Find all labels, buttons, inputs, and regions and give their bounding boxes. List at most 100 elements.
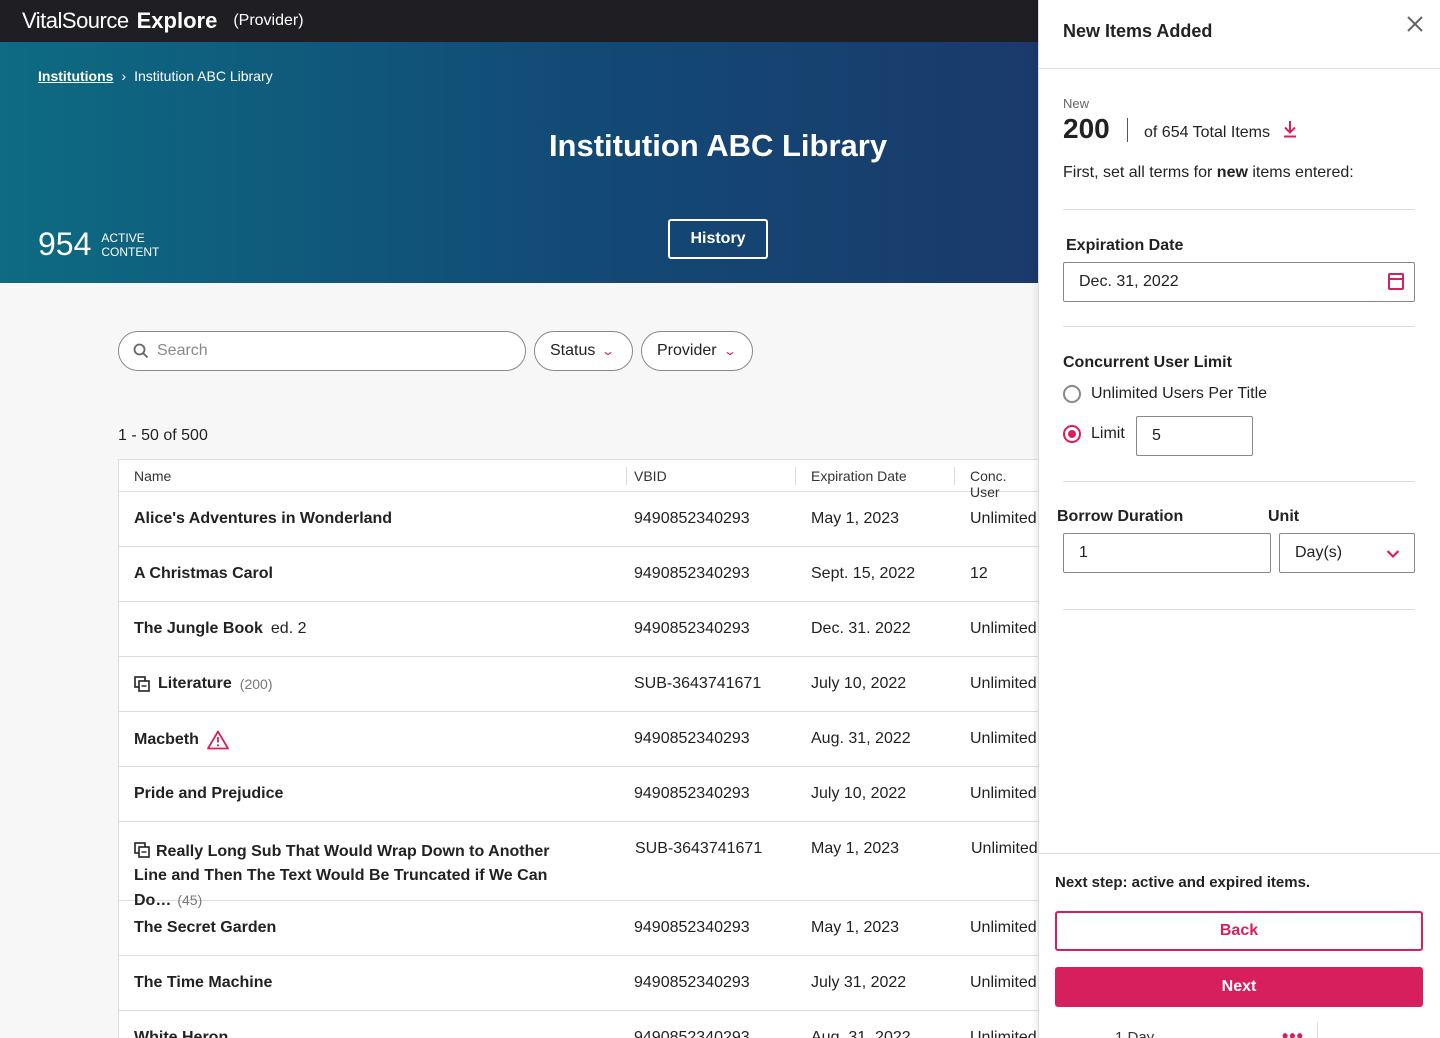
stat-label-line-1: ACTIVE [101, 230, 145, 245]
row-vbid: 9490852340293 [634, 565, 750, 582]
table-row[interactable]: The Secret Garden 9490852340293 May 1, 2… [119, 901, 1040, 956]
row-title-group[interactable]: Macbeth [134, 730, 229, 750]
row-title[interactable]: Macbeth [134, 731, 199, 749]
row-title[interactable]: Alice's Adventures in Wonderland [134, 510, 392, 528]
table-row[interactable]: Literature (200) SUB-3643741671 July 10,… [119, 657, 1040, 712]
row-expiration: May 1, 2023 [811, 840, 900, 857]
table-row[interactable]: The Time Machine 9490852340293 July 31, … [119, 956, 1040, 1011]
search-icon [133, 343, 149, 359]
borrow-duration-input[interactable]: 1 [1063, 533, 1271, 573]
table-row[interactable]: Alice's Adventures in Wonderland 9490852… [119, 492, 1040, 547]
radio-unselected[interactable] [1063, 385, 1081, 403]
row-vbid: 9490852340293 [634, 785, 750, 802]
row-conc-user: Unlimited [970, 919, 1037, 936]
row-title[interactable]: A Christmas Carol [134, 565, 273, 583]
breadcrumb: Institutions › Institution ABC Library [38, 68, 273, 84]
row-expiration: May 1, 2023 [811, 919, 900, 936]
intro-prefix: First, set all terms for [1063, 164, 1217, 181]
column-divider [795, 467, 796, 485]
unit-value: Day(s) [1295, 544, 1343, 561]
active-content-label: ACTIVE CONTENT [101, 231, 159, 259]
table-row[interactable]: A Christmas Carol 9490852340293 Sept. 15… [119, 547, 1040, 602]
panel-title: New Items Added [1063, 21, 1213, 41]
close-icon[interactable] [1406, 15, 1424, 33]
next-button[interactable]: Next [1055, 967, 1423, 1007]
row-title-group[interactable]: The Jungle Book ed. 2 [134, 620, 307, 638]
row-title[interactable]: Literature [158, 675, 232, 693]
download-icon[interactable] [1283, 120, 1297, 138]
intro-bold: new [1216, 164, 1248, 181]
column-header-expiration[interactable]: Expiration Date [811, 468, 907, 484]
row-title[interactable]: The Time Machine [134, 974, 272, 992]
chevron-down-icon [1386, 550, 1400, 559]
chevron-right-icon: › [121, 68, 127, 84]
row-expiration: Aug. 31, 2022 [811, 1029, 911, 1038]
warning-icon [207, 730, 229, 750]
row-expiration: Dec. 31. 2022 [811, 620, 911, 637]
calendar-icon[interactable] [1388, 273, 1404, 290]
row-vbid: 9490852340293 [634, 1029, 750, 1038]
divider [1063, 209, 1415, 210]
row-title[interactable]: The Jungle Book [134, 620, 263, 638]
column-divider [954, 467, 955, 485]
row-expiration: July 10, 2022 [811, 785, 907, 802]
table-row[interactable]: White Heron 9490852340293 Aug. 31, 2022 … [119, 1011, 1040, 1038]
row-item-count: (200) [239, 676, 273, 692]
row-conc-user: Unlimited [970, 974, 1037, 991]
row-conc-user: Unlimited [970, 620, 1037, 637]
hero-banner: Institutions › Institution ABC Library I… [0, 42, 1040, 283]
row-vbid: SUB-3643741671 [634, 675, 762, 692]
divider [1063, 609, 1415, 610]
content-table: Name VBID Expiration Date Conc. User Ali… [118, 459, 1040, 1038]
row-vbid: SUB-3643741671 [635, 840, 763, 857]
status-filter-dropdown[interactable]: Status ⌄ [534, 331, 633, 371]
new-items-panel: New Items Added New 200 of 654 Total Ite… [1038, 0, 1440, 1038]
table-row[interactable]: Pride and Prejudice 9490852340293 July 1… [119, 767, 1040, 822]
breadcrumb-institutions-link[interactable]: Institutions [38, 68, 113, 84]
divider [1063, 326, 1415, 327]
row-title[interactable]: White Heron [134, 1029, 228, 1038]
row-conc-user: Unlimited [970, 730, 1037, 747]
panel-header: New Items Added [1039, 0, 1440, 69]
radio-limit-label: Limit [1091, 425, 1125, 442]
history-button[interactable]: History [668, 219, 768, 259]
breadcrumb-current: Institution ABC Library [134, 68, 273, 84]
provider-filter-dropdown[interactable]: Provider ⌄ [641, 331, 753, 371]
column-divider [626, 467, 627, 485]
table-row[interactable]: Really Long Sub That Would Wrap Down to … [119, 822, 1040, 909]
radio-limit[interactable]: Limit [1063, 425, 1125, 443]
expiration-date-field[interactable]: Dec. 31, 2022 [1063, 262, 1415, 302]
back-button[interactable]: Back [1055, 911, 1423, 951]
table-row[interactable]: The Jungle Book ed. 2 9490852340293 Dec.… [119, 602, 1040, 657]
search-box[interactable] [118, 331, 526, 371]
chevron-down-icon: ⌄ [601, 344, 616, 358]
more-options-icon[interactable]: ••• [1282, 1026, 1304, 1038]
expiration-date-label: Expiration Date [1066, 237, 1184, 254]
divider [1317, 1022, 1318, 1038]
column-header-name[interactable]: Name [134, 468, 171, 484]
panel-footer: Next step: active and expired items. Bac… [1039, 853, 1440, 1038]
row-title[interactable]: Pride and Prejudice [134, 785, 283, 803]
radio-unlimited-label: Unlimited Users Per Title [1091, 385, 1268, 402]
borrow-duration-value: 1 [1079, 544, 1088, 561]
radio-selected[interactable] [1063, 425, 1081, 443]
provider-filter-label: Provider [657, 342, 717, 359]
row-conc-user: Unlimited [970, 1029, 1037, 1038]
row-title[interactable]: The Secret Garden [134, 919, 276, 937]
search-input[interactable] [157, 342, 497, 360]
role-label: (Provider) [233, 12, 304, 29]
column-header-vbid[interactable]: VBID [634, 468, 667, 484]
row-vbid: 9490852340293 [634, 974, 750, 991]
unit-label: Unit [1268, 508, 1300, 525]
row-expiration: May 1, 2023 [811, 510, 900, 527]
radio-unlimited-users[interactable]: Unlimited Users Per Title [1063, 385, 1267, 403]
limit-input[interactable]: 5 [1136, 416, 1253, 456]
expiration-date-value: Dec. 31, 2022 [1079, 273, 1179, 290]
row-edition: ed. 2 [270, 620, 307, 637]
row-title-group[interactable]: Literature (200) [134, 675, 272, 693]
stat-label-line-2: CONTENT [101, 244, 160, 259]
table-row[interactable]: Macbeth 9490852340293 Aug. 31, 2022 Unli… [119, 712, 1040, 767]
chevron-down-icon: ⌄ [722, 344, 737, 358]
active-content-count: 954 [38, 226, 92, 262]
unit-select[interactable]: Day(s) [1279, 533, 1415, 573]
